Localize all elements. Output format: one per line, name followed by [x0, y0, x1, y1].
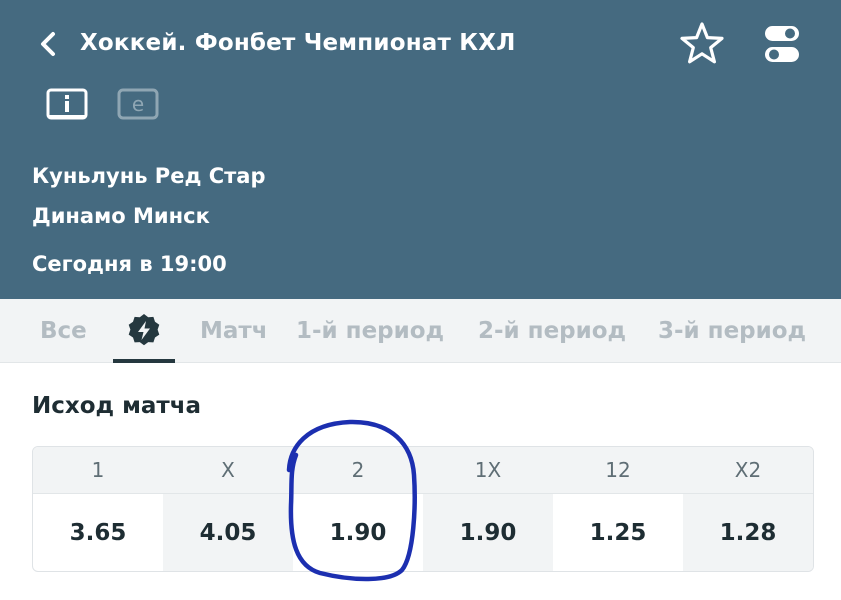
e-icon[interactable]: e	[117, 88, 159, 120]
toggle-icon[interactable]	[762, 22, 802, 66]
match-header: Хоккей. Фонбет Чемпионат КХЛ e Куньлунь …	[0, 0, 841, 299]
tab-match[interactable]: Матч	[200, 299, 268, 362]
chevron-left-icon	[41, 32, 55, 56]
team-home: Куньлунь Ред Стар	[32, 164, 266, 188]
tab-popular[interactable]	[113, 299, 175, 362]
outcome-header-x: X	[221, 458, 235, 482]
odd-button-2[interactable]: 1.90	[293, 494, 423, 571]
tab-period-3[interactable]: 3-й период	[658, 299, 806, 362]
tabs-bar: Все Матч 1-й период 2-й период 3-й перио…	[0, 299, 841, 363]
active-tab-indicator	[113, 359, 175, 363]
odd-button-1x[interactable]: 1.90	[423, 494, 553, 571]
odd-button-12[interactable]: 1.25	[553, 494, 683, 571]
lightning-badge-icon	[128, 314, 160, 346]
outcome-header-1: 1	[91, 458, 105, 482]
outcome-header-2: 2	[351, 458, 365, 482]
odd-button-x[interactable]: 4.05	[163, 494, 293, 571]
match-time: Сегодня в 19:00	[32, 252, 227, 276]
market-title: Исход матча	[32, 393, 202, 419]
outcome-header-x2: X2	[734, 458, 762, 482]
odds-table: 1 X 2 1X 12 X2 3.65 4.05 1.90 1.90 1.25 …	[32, 446, 814, 572]
tab-all[interactable]: Все	[40, 299, 87, 362]
tab-period-1[interactable]: 1-й период	[296, 299, 444, 362]
team-away: Динамо Минск	[32, 204, 210, 228]
svg-text:e: e	[132, 92, 144, 116]
tab-period-2[interactable]: 2-й период	[478, 299, 626, 362]
back-button[interactable]	[34, 26, 62, 62]
odds-header-row: 1 X 2 1X 12 X2	[33, 447, 813, 494]
odd-button-1[interactable]: 3.65	[33, 494, 163, 571]
page-title: Хоккей. Фонбет Чемпионат КХЛ	[80, 30, 516, 56]
star-icon[interactable]	[678, 20, 726, 68]
outcome-header-12: 12	[605, 458, 631, 482]
odd-button-x2[interactable]: 1.28	[683, 494, 813, 571]
outcome-header-1x: 1X	[474, 458, 502, 482]
info-icon[interactable]	[46, 88, 88, 120]
